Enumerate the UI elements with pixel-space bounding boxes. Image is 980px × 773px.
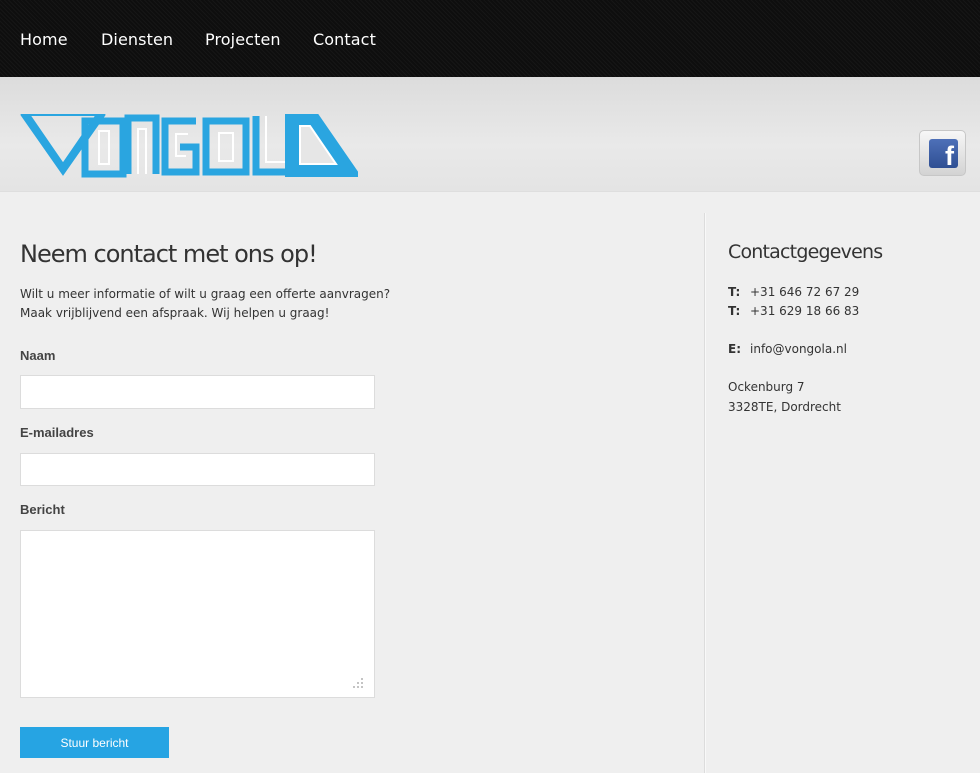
nav-item-contact[interactable]: Contact <box>313 30 376 49</box>
message-label: Bericht <box>20 502 65 517</box>
email-prefix: E: <box>728 342 741 356</box>
address-line-1: Ockenburg 7 <box>728 380 805 394</box>
intro-line-1: Wilt u meer informatie of wilt u graag e… <box>20 287 391 301</box>
email-row: E: info@vongola.nl <box>728 342 847 356</box>
message-textarea[interactable] <box>20 530 375 698</box>
column-divider <box>704 213 706 773</box>
address-line-2: 3328TE, Dordrecht <box>728 400 841 414</box>
facebook-button[interactable]: f <box>919 130 966 176</box>
facebook-icon: f <box>929 139 958 168</box>
nav-item-projecten[interactable]: Projecten <box>205 30 281 49</box>
name-field[interactable] <box>20 375 375 409</box>
name-label: Naam <box>20 348 56 363</box>
page-title: Neem contact met ons op! <box>20 240 318 268</box>
phone-number-1[interactable]: +31 646 72 67 29 <box>750 285 859 299</box>
submit-button[interactable]: Stuur bericht <box>20 727 169 758</box>
sidebar-title: Contactgegevens <box>728 241 883 263</box>
email-label: E-mailadres <box>20 425 94 440</box>
phone-row-2: T: +31 629 18 66 83 <box>728 304 859 318</box>
top-navigation: Home Diensten Projecten Contact <box>0 0 980 77</box>
email-field[interactable] <box>20 453 375 486</box>
phone-prefix: T: <box>728 285 741 299</box>
site-logo[interactable] <box>20 113 362 182</box>
phone-prefix: T: <box>728 304 741 318</box>
phone-number-2[interactable]: +31 629 18 66 83 <box>750 304 859 318</box>
nav-item-home[interactable]: Home <box>20 30 68 49</box>
email-link[interactable]: info@vongola.nl <box>750 342 847 356</box>
facebook-glyph: f <box>945 141 954 168</box>
intro-line-2: Maak vrijblijvend een afspraak. Wij help… <box>20 306 330 320</box>
vongola-logo-graphic <box>20 113 362 178</box>
site-header: f <box>0 77 980 192</box>
nav-item-diensten[interactable]: Diensten <box>101 30 173 49</box>
phone-row-1: T: +31 646 72 67 29 <box>728 285 859 299</box>
intro-text: Wilt u meer informatie of wilt u graag e… <box>20 285 390 323</box>
resize-handle-icon[interactable] <box>351 676 365 690</box>
